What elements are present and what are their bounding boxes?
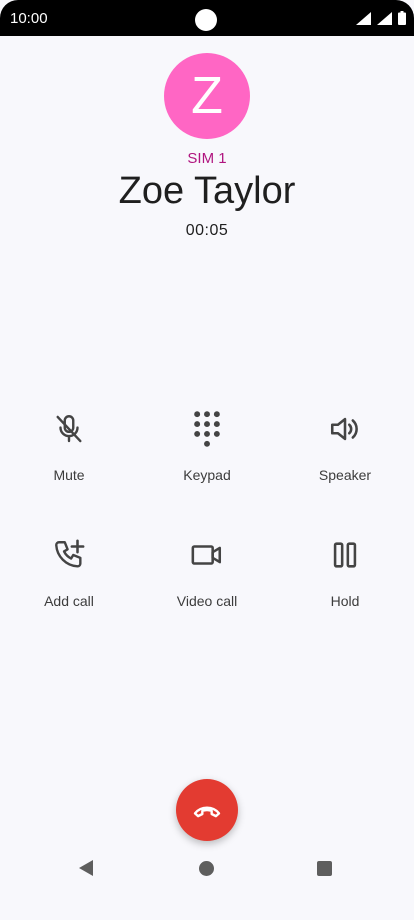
pause-icon — [327, 537, 363, 573]
speaker-icon — [327, 411, 363, 447]
video-call-icon — [189, 537, 225, 573]
keypad-button[interactable]: Keypad — [147, 403, 267, 513]
hold-button[interactable]: Hold — [285, 529, 405, 639]
caller-name: Zoe Taylor — [118, 170, 296, 212]
in-call-screen: 10:00 Z SIM 1 Zoe Taylor 00:05 Mute Keyp… — [0, 0, 414, 920]
battery-icon — [398, 11, 406, 25]
mic-off-icon — [51, 411, 87, 447]
video-call-button[interactable]: Video call — [147, 529, 267, 639]
recents-icon[interactable] — [317, 861, 332, 876]
status-time: 10:00 — [10, 10, 48, 27]
call-timer: 00:05 — [185, 222, 229, 239]
mute-label: Mute — [53, 467, 85, 483]
video-call-label: Video call — [176, 593, 238, 609]
sim-label: SIM 1 — [187, 150, 227, 167]
speaker-label: Speaker — [318, 467, 372, 483]
add-call-label: Add call — [44, 593, 94, 609]
end-call-button[interactable] — [176, 779, 238, 841]
hold-label: Hold — [330, 593, 360, 609]
camera-cutout — [195, 9, 217, 31]
add-call-button[interactable]: Add call — [9, 529, 129, 639]
mute-button[interactable]: Mute — [9, 403, 129, 513]
home-icon[interactable] — [199, 861, 214, 876]
speaker-button[interactable]: Speaker — [285, 403, 405, 513]
status-bar: 10:00 — [0, 0, 414, 36]
status-icons — [356, 11, 406, 25]
call-end-icon — [193, 806, 221, 818]
add-call-icon — [51, 537, 87, 573]
signal-icon — [377, 11, 392, 25]
wifi-icon — [356, 11, 371, 25]
keypad-label: Keypad — [183, 467, 231, 483]
back-icon[interactable] — [79, 860, 93, 876]
avatar-letter: Z — [191, 67, 223, 125]
caller-avatar: Z — [164, 53, 250, 139]
dialpad-icon — [189, 411, 225, 447]
